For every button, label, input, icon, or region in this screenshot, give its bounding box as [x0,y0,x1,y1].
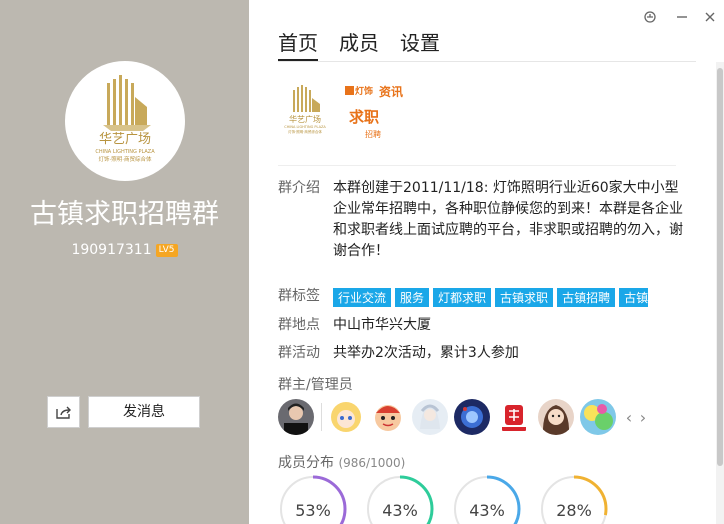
admin-avatar[interactable] [370,399,406,435]
admin-list: ‹ › [278,399,650,435]
share-icon [55,406,71,419]
svg-text:招聘: 招聘 [365,129,381,139]
scrollbar-thumb[interactable] [717,68,723,466]
group-profile-panel: 华艺广场 CHINA LIGHTING PLAZA 灯饰·照明·商贸综合体 古镇… [0,0,249,524]
svg-text:CHINA LIGHTING PLAZA: CHINA LIGHTING PLAZA [284,125,326,129]
location-label: 群地点 [278,317,320,333]
admin-avatar[interactable] [454,399,490,435]
china-lighting-plaza-logo: 华艺广场 CHINA LIGHTING PLAZA 灯饰·照明·商贸综合体 [95,75,155,163]
tag-item[interactable]: 古镇 [619,288,648,307]
svg-text:灯饰·照明·商贸综合体: 灯饰·照明·商贸综合体 [99,155,152,163]
tag-item[interactable]: 行业交流 [333,288,392,307]
distribution-ring[interactable]: 53% [278,474,348,524]
group-info-panel: 首页 成员 设置 华艺广场 CHINA LIGHTING PLAZA 灯饰·照明… [249,0,724,524]
admin-avatar[interactable] [412,399,448,435]
svg-text:灯饰·照明·商贸综合体: 灯饰·照明·商贸综合体 [288,129,322,134]
group-id-row: 190917311 LV5 [0,241,249,259]
tags-label: 群标签 [278,288,320,304]
tag-item[interactable]: 古镇求职 [495,288,554,307]
tag-list: 行业交流 服务 灯都求职 古镇求职 古镇招聘 古镇 [333,287,648,307]
distribution-ring[interactable]: 43% [452,474,522,524]
tag-item[interactable]: 古镇招聘 [557,288,616,307]
admin-avatar[interactable] [328,399,364,435]
close-icon[interactable] [703,10,717,24]
tag-item[interactable]: 灯都求职 [433,288,492,307]
group-name: 古镇求职招聘群 [30,199,219,230]
group-location: 中山市华兴大厦 [333,317,431,333]
admins-next-arrow[interactable]: › [636,408,650,427]
member-count: (986/1000) [338,456,406,470]
admins-prev-arrow[interactable]: ‹ [622,408,636,427]
ring-percent-label: 43% [469,501,505,520]
group-banner-image[interactable]: 华艺广场 CHINA LIGHTING PLAZA 灯饰·照明·商贸综合体 灯饰… [283,80,413,140]
member-distribution-title: 成员分布 [278,455,334,471]
activity-label: 群活动 [278,345,320,361]
tab-bar: 首页 成员 设置 [278,30,461,61]
owner-separator [321,403,322,431]
distribution-rings: 53% 43% 43% 28% [278,474,626,524]
distribution-ring[interactable]: 28% [539,474,609,524]
tab-home[interactable]: 首页 [278,30,318,61]
admin-label: 群主/管理员 [278,377,353,393]
tab-underline [278,61,696,62]
svg-text:华艺广场: 华艺广场 [289,114,321,124]
owner-avatar[interactable] [278,399,314,435]
tab-settings[interactable]: 设置 [400,30,440,61]
svg-text:求职: 求职 [349,108,379,126]
tab-members[interactable]: 成员 [339,30,379,61]
minimize-icon[interactable] [675,10,689,24]
group-intro-text: 本群创建于2011/11/18: 灯饰照明行业近60家大中小型企业常年招聘中，各… [333,180,683,259]
ring-percent-label: 53% [295,501,331,520]
intro-label: 群介绍 [278,180,320,196]
ring-percent-label: 28% [556,501,592,520]
svg-text:华艺广场: 华艺广场 [99,132,151,147]
svg-text:灯饰: 灯饰 [355,85,373,97]
group-id: 190917311 [71,242,152,258]
svg-text:资讯: 资讯 [379,84,403,99]
svg-text:CHINA LIGHTING PLAZA: CHINA LIGHTING PLAZA [95,149,155,155]
ring-percent-label: 43% [382,501,418,520]
member-distribution-label: 成员分布 (986/1000) [278,453,405,473]
admin-avatar[interactable] [496,399,532,435]
group-activity: 共举办2次活动，累计3人参加 [333,345,519,361]
share-button[interactable] [47,396,80,428]
tag-item[interactable]: 服务 [395,288,430,307]
section-divider [278,165,676,166]
admin-avatar[interactable] [580,399,616,435]
distribution-ring[interactable]: 43% [365,474,435,524]
admin-avatar[interactable] [538,399,574,435]
group-avatar[interactable]: 华艺广场 CHINA LIGHTING PLAZA 灯饰·照明·商贸综合体 [65,61,185,181]
level-badge: LV5 [155,244,178,257]
skin-icon[interactable] [643,10,657,24]
send-message-button[interactable]: 发消息 [88,396,200,428]
